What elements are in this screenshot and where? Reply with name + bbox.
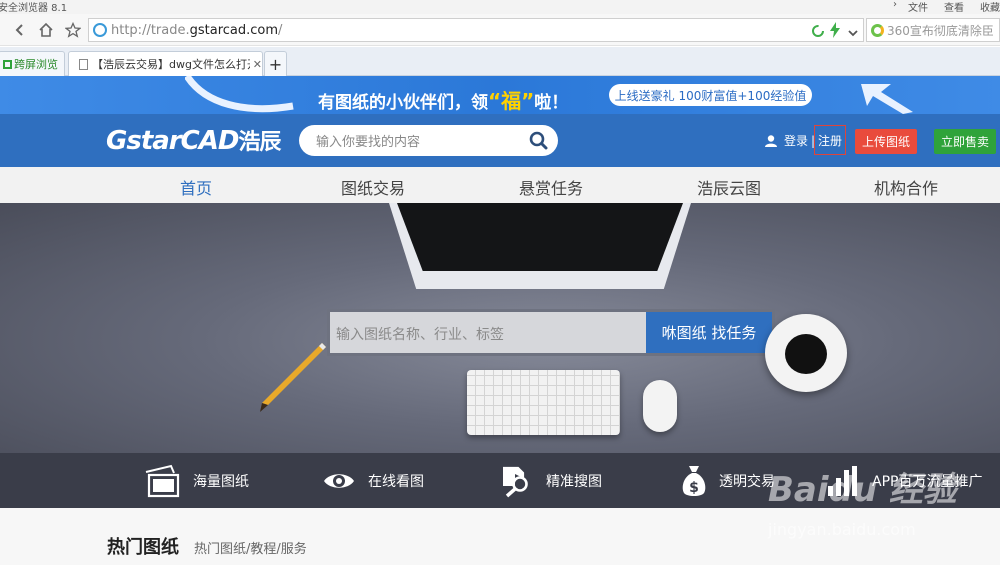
tab-label: 【浩辰云交易】dwg文件怎么打开 <box>91 58 250 71</box>
watermark-url: jingyan.baidu.com <box>768 520 916 539</box>
new-tab-button[interactable]: + <box>264 51 287 76</box>
lightning-icon[interactable] <box>829 22 841 42</box>
feature-label: 在线看图 <box>368 474 424 490</box>
cross-screen-icon <box>3 59 12 69</box>
login-link[interactable]: 登录 <box>784 132 808 149</box>
site-search-input[interactable]: 输入你要找的内容 <box>299 125 558 156</box>
address-bar[interactable]: http://trade.gstarcad.com/ <box>88 18 864 42</box>
nav-drawing-trade[interactable]: 图纸交易 <box>341 175 405 199</box>
tab-bar: 跨屏浏览 【浩辰云交易】dwg文件怎么打开 ✕ + <box>0 47 1000 76</box>
menu-favorites[interactable]: 收藏 <box>980 0 1000 14</box>
tab-cross-screen[interactable]: 跨屏浏览 <box>0 51 65 76</box>
chevron-down-icon[interactable] <box>847 24 859 43</box>
nav-home[interactable]: 首页 <box>180 175 212 199</box>
promo-pill[interactable]: 上线送豪礼 100财富值+100经验值 <box>609 84 812 106</box>
browser-title: 安全浏览器 8.1 <box>0 3 68 14</box>
monitor-image <box>389 203 691 289</box>
eye-icon <box>324 474 354 488</box>
register-link[interactable]: 注册 <box>814 125 846 155</box>
search-engine-icon <box>871 23 884 37</box>
hero-search[interactable]: 输入图纸名称、行业、标签 咻图纸 找任务 <box>327 309 775 356</box>
feature-massive-drawings[interactable]: 海量图纸 <box>143 464 249 498</box>
svg-text:$: $ <box>689 480 699 496</box>
hero-banner: 输入图纸名称、行业、标签 咻图纸 找任务 <box>0 203 1000 453</box>
home-icon[interactable] <box>35 19 57 41</box>
tab-label: 跨屏浏览 <box>14 58 58 71</box>
arrow-decoration-left <box>185 76 294 113</box>
back-icon[interactable] <box>9 19 31 41</box>
hero-search-placeholder: 输入图纸名称、行业、标签 <box>336 327 504 343</box>
browser-search-text: 360宣布彻底清除臣 <box>887 23 994 38</box>
watermark-brand: Baidu 经验 <box>768 470 957 510</box>
star-icon[interactable] <box>62 19 84 41</box>
nav-bounty-tasks[interactable]: 悬赏任务 <box>519 175 583 199</box>
feature-label: 海量图纸 <box>193 474 249 490</box>
promo-banner[interactable]: 有图纸的小伙伴们，领“福”啦！ 上线送豪礼 100财富值+100经验值 <box>0 76 1000 114</box>
close-tab-icon[interactable]: ✕ <box>253 58 262 71</box>
section-subtitle: 热门图纸/教程/服务 <box>194 542 307 557</box>
section-title: 热门图纸 <box>107 537 179 558</box>
sell-now-button[interactable]: 立即售卖 <box>934 129 996 154</box>
address-url: http://trade.gstarcad.com/ <box>111 22 283 38</box>
promo-headline: 有图纸的小伙伴们，领“福”啦！ <box>318 89 569 113</box>
main-nav: 首页 图纸交易 悬赏任务 浩辰云图 机构合作 <box>0 167 1000 203</box>
mouse-image <box>643 380 677 432</box>
feature-label: 透明交易 <box>719 474 775 490</box>
pencil-image <box>260 343 326 412</box>
site-logo[interactable]: GstarCAD浩辰 <box>106 124 281 156</box>
baidu-jingyan-watermark: Baidu 经验 jingyan.baidu.com <box>768 462 1000 544</box>
browser-toolbar: http://trade.gstarcad.com/ 360宣布彻底清除臣 <box>0 14 1000 46</box>
refresh-icon[interactable] <box>811 23 825 42</box>
money-bag-icon: $ <box>682 466 706 496</box>
hero-search-button[interactable]: 咻图纸 找任务 <box>646 312 772 353</box>
nav-gstar-cloud[interactable]: 浩辰云图 <box>697 175 761 199</box>
feature-transparent-trade[interactable]: $ 透明交易 <box>681 464 775 498</box>
feature-online-view[interactable]: 在线看图 <box>322 464 424 498</box>
feature-precise-search[interactable]: 精准搜图 <box>500 464 602 498</box>
feature-label: 精准搜图 <box>546 474 602 490</box>
browser-search-box[interactable]: 360宣布彻底清除臣 <box>866 18 1000 42</box>
menu-file[interactable]: 文件 <box>908 0 928 14</box>
globe-icon <box>93 23 107 37</box>
chevron-right-icon[interactable]: › <box>893 0 897 10</box>
site-search-placeholder: 输入你要找的内容 <box>316 135 421 150</box>
login-area: 登录 | <box>764 132 815 149</box>
keyboard-image <box>467 370 620 435</box>
upload-drawing-button[interactable]: 上传图纸 <box>855 129 917 154</box>
nav-partnership[interactable]: 机构合作 <box>874 175 938 199</box>
site-header: GstarCAD浩辰 输入你要找的内容 登录 | 注册 上传图纸 立即售卖 <box>0 114 1000 167</box>
image-stack-icon <box>145 464 180 498</box>
page-icon <box>79 58 88 70</box>
browser-title-bar: 安全浏览器 8.1 › 文件 查看 收藏 <box>0 0 1000 14</box>
search-icon[interactable] <box>529 131 548 150</box>
menu-view[interactable]: 查看 <box>944 0 964 14</box>
coffee-cup-image <box>765 314 847 392</box>
user-icon <box>765 134 777 147</box>
search-file-icon <box>503 466 528 498</box>
arrow-decoration-right <box>861 84 913 114</box>
tab-current-page[interactable]: 【浩辰云交易】dwg文件怎么打开 ✕ <box>68 51 263 76</box>
